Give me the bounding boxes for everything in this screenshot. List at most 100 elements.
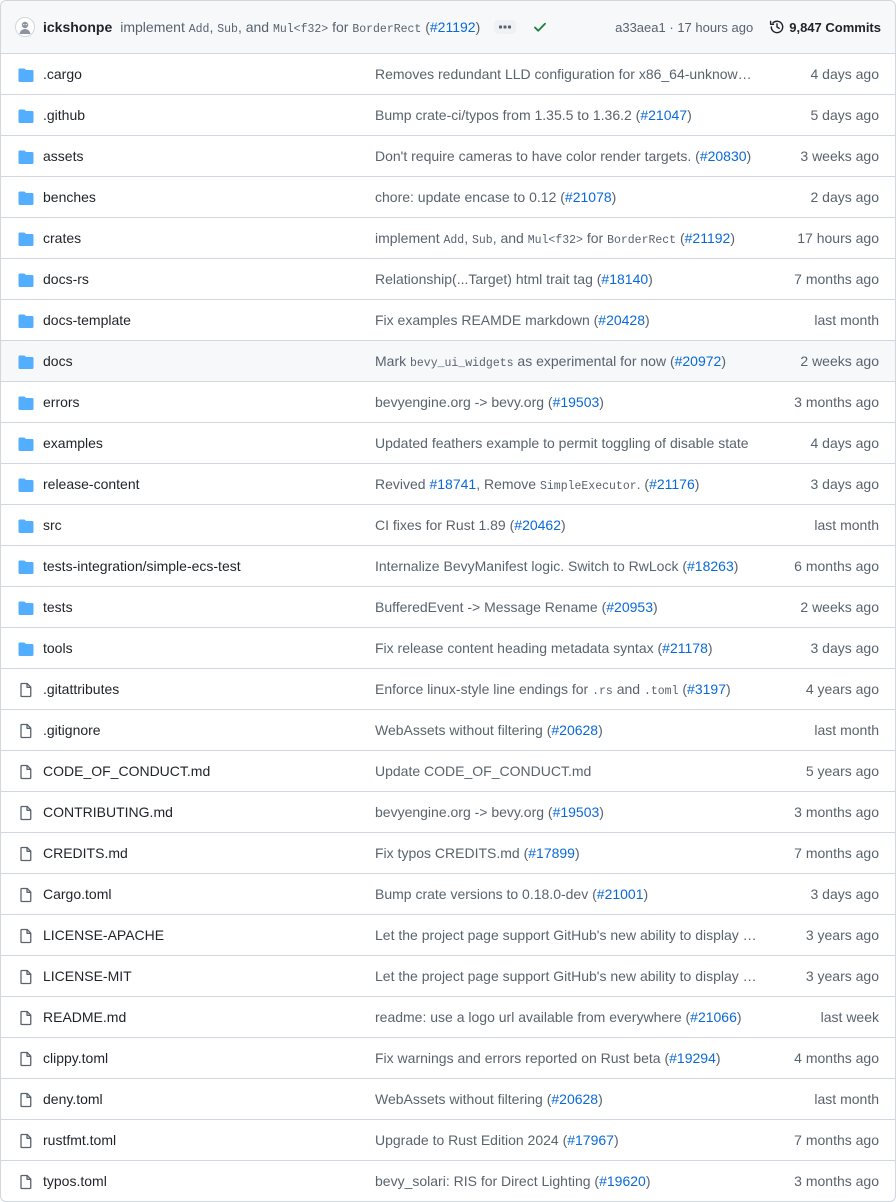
last-commit-message[interactable]: Let the project page support GitHub's ne… [375, 927, 759, 943]
folder-name-link[interactable]: benches [43, 189, 96, 205]
last-commit-message[interactable]: Upgrade to Rust Edition 2024 (#17967) [375, 1132, 759, 1148]
folder-row[interactable]: tests BufferedEvent -> Message Rename (#2… [1, 587, 895, 628]
last-commit-message[interactable]: Fix release content heading metadata syn… [375, 640, 759, 656]
file-row[interactable]: README.md readme: use a logo url availabl… [1, 997, 895, 1038]
pull-request-link[interactable]: #21066 [690, 1009, 737, 1025]
pull-request-link[interactable]: #17967 [567, 1132, 614, 1148]
folder-name-link[interactable]: tests-integration/simple-ecs-test [43, 558, 241, 574]
file-name-link[interactable]: LICENSE-APACHE [43, 927, 164, 943]
last-commit-message[interactable]: readme: use a logo url available from ev… [375, 1009, 759, 1025]
pull-request-link[interactable]: #20462 [514, 517, 561, 533]
folder-row[interactable]: release-content Revived #18741, Remove Si… [1, 464, 895, 505]
ci-status-success[interactable] [532, 19, 548, 35]
author-avatar[interactable] [15, 17, 35, 37]
pull-request-link[interactable]: #19503 [553, 804, 600, 820]
pull-request-link[interactable]: #20830 [700, 148, 747, 164]
folder-row[interactable]: .github Bump crate-ci/typos from 1.35.5 t… [1, 95, 895, 136]
file-name-link[interactable]: deny.toml [43, 1091, 103, 1107]
latest-commit-message[interactable]: implement Add, Sub, and Mul<f32> for Bor… [120, 19, 480, 36]
file-row[interactable]: CREDITS.md Fix typos CREDITS.md (#17899) 7… [1, 833, 895, 874]
file-name-link[interactable]: rustfmt.toml [43, 1132, 116, 1148]
last-commit-message[interactable]: implement Add, Sub, and Mul<f32> for Bor… [375, 230, 759, 247]
last-commit-message[interactable]: Enforce linux-style line endings for .rs… [375, 681, 759, 698]
last-commit-message[interactable]: Let the project page support GitHub's ne… [375, 968, 759, 984]
file-row[interactable]: .gitattributes Enforce linux-style line e… [1, 669, 895, 710]
file-row[interactable]: typos.toml bevy_solari: RIS for Direct Li… [1, 1161, 895, 1201]
pull-request-link[interactable]: #18741 [429, 476, 476, 492]
folder-name-link[interactable]: docs-rs [43, 271, 89, 287]
file-name-link[interactable]: CODE_OF_CONDUCT.md [43, 763, 210, 779]
folder-name-link[interactable]: src [43, 517, 62, 533]
file-row[interactable]: clippy.toml Fix warnings and errors repor… [1, 1038, 895, 1079]
folder-row[interactable]: src CI fixes for Rust 1.89 (#20462) last m… [1, 505, 895, 546]
last-commit-message[interactable]: Bump crate versions to 0.18.0-dev (#2100… [375, 886, 759, 902]
folder-row[interactable]: docs-template Fix examples REAMDE markdow… [1, 300, 895, 341]
folder-row[interactable]: docs Mark bevy_ui_widgets as experimental… [1, 341, 895, 382]
file-name-link[interactable]: clippy.toml [43, 1050, 108, 1066]
file-row[interactable]: deny.toml WebAssets without filtering (#2… [1, 1079, 895, 1120]
last-commit-message[interactable]: Internalize BevyManifest logic. Switch t… [375, 558, 759, 574]
last-commit-message[interactable]: Mark bevy_ui_widgets as experimental for… [375, 353, 759, 370]
last-commit-message[interactable]: Revived #18741, Remove SimpleExecutor. (… [375, 476, 759, 493]
file-row[interactable]: Cargo.toml Bump crate versions to 0.18.0-… [1, 874, 895, 915]
last-commit-message[interactable]: bevy_solari: RIS for Direct Lighting (#1… [375, 1173, 759, 1189]
file-name-link[interactable]: typos.toml [43, 1173, 107, 1189]
folder-name-link[interactable]: docs-template [43, 312, 131, 328]
folder-name-link[interactable]: examples [43, 435, 103, 451]
last-commit-message[interactable]: Fix typos CREDITS.md (#17899) [375, 845, 759, 861]
folder-row[interactable]: tools Fix release content heading metadat… [1, 628, 895, 669]
folder-name-link[interactable]: .cargo [43, 66, 82, 82]
folder-name-link[interactable]: errors [43, 394, 80, 410]
pull-request-link[interactable]: #19620 [599, 1173, 646, 1189]
pull-request-link[interactable]: #18263 [687, 558, 734, 574]
pull-request-link[interactable]: #21176 [649, 476, 695, 492]
file-row[interactable]: rustfmt.toml Upgrade to Rust Edition 2024… [1, 1120, 895, 1161]
file-name-link[interactable]: LICENSE-MIT [43, 968, 132, 984]
folder-row[interactable]: errors bevyengine.org -> bevy.org (#19503… [1, 382, 895, 423]
pull-request-link[interactable]: #19294 [669, 1050, 716, 1066]
folder-row[interactable]: .cargo Removes redundant LLD configuratio… [1, 54, 895, 95]
folder-row[interactable]: assets Don't require cameras to have colo… [1, 136, 895, 177]
folder-row[interactable]: benches chore: update encase to 0.12 (#21… [1, 177, 895, 218]
last-commit-message[interactable]: Fix examples REAMDE markdown (#20428) [375, 312, 759, 328]
pull-request-link[interactable]: #3197 [687, 681, 726, 697]
last-commit-message[interactable]: Relationship(...Target) html trait tag (… [375, 271, 759, 287]
folder-name-link[interactable]: tools [43, 640, 73, 656]
pull-request-link[interactable]: #20628 [551, 1091, 598, 1107]
pull-request-link[interactable]: #21001 [597, 886, 644, 902]
folder-name-link[interactable]: .github [43, 107, 85, 123]
pull-request-link[interactable]: #20628 [551, 722, 598, 738]
file-row[interactable]: CODE_OF_CONDUCT.md Update CODE_OF_CONDUCT… [1, 751, 895, 792]
pull-request-link[interactable]: #21047 [640, 107, 687, 123]
folder-row[interactable]: docs-rs Relationship(...Target) html trai… [1, 259, 895, 300]
folder-row[interactable]: examples Updated feathers example to perm… [1, 423, 895, 464]
pull-request-link[interactable]: #21192 [685, 230, 731, 246]
pull-request-link[interactable]: #18140 [601, 271, 648, 287]
folder-row[interactable]: crates implement Add, Sub, and Mul<f32> f… [1, 218, 895, 259]
commit-author[interactable]: ickshonpe [43, 19, 112, 35]
pull-request-link[interactable]: #20428 [598, 312, 645, 328]
file-row[interactable]: LICENSE-APACHE Let the project page suppo… [1, 915, 895, 956]
file-row[interactable]: LICENSE-MIT Let the project page support … [1, 956, 895, 997]
pull-request-link[interactable]: #21078 [565, 189, 612, 205]
last-commit-message[interactable]: CI fixes for Rust 1.89 (#20462) [375, 517, 759, 533]
last-commit-message[interactable]: Fix warnings and errors reported on Rust… [375, 1050, 759, 1066]
file-name-link[interactable]: .gitattributes [43, 681, 119, 697]
pull-request-link[interactable]: #21178 [662, 640, 708, 656]
file-name-link[interactable]: CREDITS.md [43, 845, 128, 861]
folder-name-link[interactable]: docs [43, 353, 73, 369]
pull-request-link[interactable]: #19503 [553, 394, 600, 410]
pull-request-link[interactable]: #17899 [528, 845, 575, 861]
folder-row[interactable]: tests-integration/simple-ecs-test Interna… [1, 546, 895, 587]
last-commit-message[interactable]: bevyengine.org -> bevy.org (#19503) [375, 394, 759, 410]
last-commit-message[interactable]: Bump crate-ci/typos from 1.35.5 to 1.36.… [375, 107, 759, 123]
folder-name-link[interactable]: assets [43, 148, 83, 164]
last-commit-message[interactable]: WebAssets without filtering (#20628) [375, 722, 759, 738]
commits-history-link[interactable]: 9,847 Commits [769, 19, 881, 35]
folder-name-link[interactable]: release-content [43, 476, 140, 492]
folder-name-link[interactable]: crates [43, 230, 81, 246]
last-commit-message[interactable]: Removes redundant LLD configuration for … [375, 66, 759, 82]
pull-request-link[interactable]: #20972 [675, 353, 722, 369]
last-commit-message[interactable]: chore: update encase to 0.12 (#21078) [375, 189, 759, 205]
pull-request-link[interactable]: #20953 [606, 599, 653, 615]
